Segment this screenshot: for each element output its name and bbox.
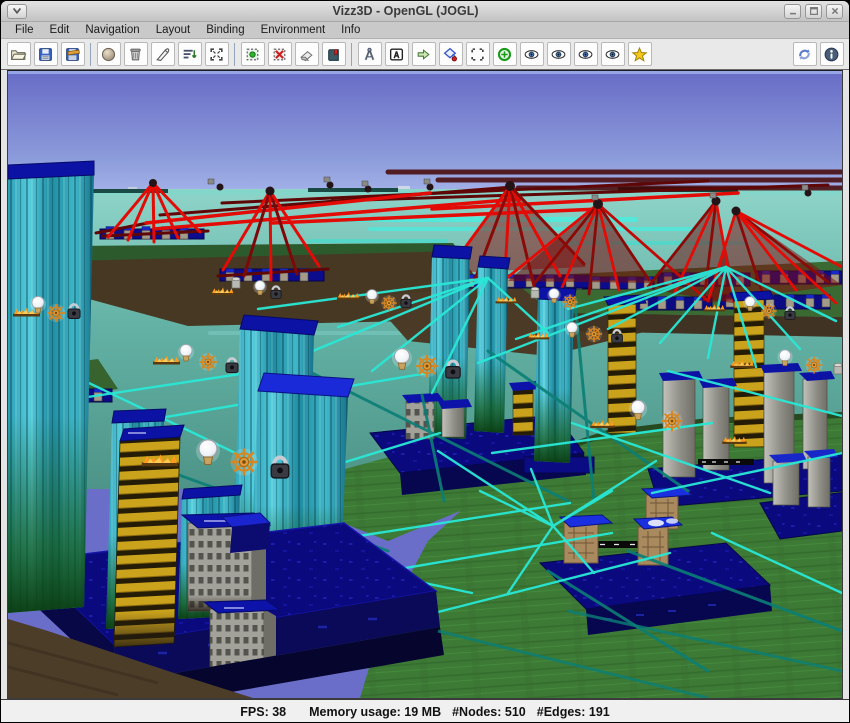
about-info-button[interactable]	[820, 42, 844, 66]
toolbar-separator	[351, 43, 352, 66]
sort-layers-button[interactable]	[178, 42, 202, 66]
edit-pen-button[interactable]	[151, 42, 175, 66]
sphere-icon	[100, 46, 117, 63]
save-as-button[interactable]	[61, 42, 85, 66]
gear-wheel-icon	[47, 304, 65, 322]
arrow-right-icon	[415, 46, 432, 63]
sky	[8, 71, 842, 193]
selection-off-icon	[271, 46, 288, 63]
status-memory: Memory usage: 19 MB	[309, 705, 441, 719]
menu-bar: File Edit Navigation Layout Binding Envi…	[1, 22, 849, 39]
toolbar-separator	[90, 43, 91, 66]
center-target-icon	[496, 46, 513, 63]
create-sphere-button[interactable]	[97, 42, 121, 66]
cylinder-icon	[531, 287, 539, 298]
compass-icon	[361, 46, 378, 63]
selection-disable-button[interactable]	[268, 42, 292, 66]
toolbar	[1, 39, 849, 70]
diamond-node-icon	[442, 46, 459, 63]
gear-wheel-icon	[199, 353, 217, 371]
star-icon	[631, 46, 648, 63]
pen-icon	[154, 46, 171, 63]
menu-info[interactable]: Info	[333, 23, 368, 37]
maximize-button[interactable]	[805, 4, 822, 19]
status-bar: FPS: 38 Memory usage: 19 MB #Nodes: 510 …	[1, 699, 849, 723]
cylinder-icon	[834, 363, 842, 374]
menu-binding[interactable]: Binding	[198, 23, 252, 37]
maximize-icon	[808, 5, 820, 17]
close-icon	[829, 5, 841, 17]
chevron-down-icon	[10, 5, 24, 17]
status-edges: #Edges: 191	[537, 705, 610, 719]
window-menu-button[interactable]	[7, 4, 27, 19]
eye-icon	[550, 46, 567, 63]
save-button[interactable]	[34, 42, 58, 66]
fit-view-icon	[208, 46, 225, 63]
go-arrow-button[interactable]	[412, 42, 436, 66]
selection-corners-button[interactable]	[466, 42, 490, 66]
node-diamond-button[interactable]	[439, 42, 463, 66]
open-folder-icon	[10, 46, 27, 63]
center-view-button[interactable]	[493, 42, 517, 66]
visibility-eye-1-button[interactable]	[520, 42, 544, 66]
visibility-eye-2-button[interactable]	[547, 42, 571, 66]
floppy-save-icon	[37, 46, 54, 63]
corners-icon	[469, 46, 486, 63]
status-fps: FPS: 38	[240, 705, 286, 719]
viewport-canvas-3d[interactable]	[8, 71, 842, 698]
floppy-save-as-icon	[64, 46, 81, 63]
visibility-eye-4-button[interactable]	[601, 42, 625, 66]
trash-icon	[127, 46, 144, 63]
menu-layout[interactable]: Layout	[148, 23, 199, 37]
menu-file[interactable]: File	[7, 23, 42, 37]
text-label-button[interactable]	[385, 42, 409, 66]
delete-trash-button[interactable]	[124, 42, 148, 66]
open-file-button[interactable]	[7, 42, 31, 66]
minimize-icon	[787, 5, 799, 17]
bookmark-book-button[interactable]	[322, 42, 346, 66]
close-button[interactable]	[826, 4, 843, 19]
visibility-eye-3-button[interactable]	[574, 42, 598, 66]
app-window: Vizz3D - OpenGL (JOGL) File Edit	[0, 0, 850, 723]
sort-icon	[181, 46, 198, 63]
eye-icon	[577, 46, 594, 63]
window-title: Vizz3D - OpenGL (JOGL)	[29, 4, 782, 18]
menu-edit[interactable]: Edit	[42, 23, 78, 37]
minimize-button[interactable]	[784, 4, 801, 19]
toolbar-separator	[234, 43, 235, 66]
selection-on-icon	[244, 46, 261, 63]
eraser-button[interactable]	[295, 42, 319, 66]
refresh-icon	[796, 46, 813, 63]
eraser-icon	[298, 46, 315, 63]
title-bar: Vizz3D - OpenGL (JOGL)	[1, 1, 849, 22]
menu-environment[interactable]: Environment	[253, 23, 334, 37]
viewport-frame	[1, 70, 849, 699]
selection-enable-button[interactable]	[241, 42, 265, 66]
measure-compass-button[interactable]	[358, 42, 382, 66]
book-icon	[325, 46, 342, 63]
menu-navigation[interactable]: Navigation	[77, 23, 147, 37]
cylinder-icon	[232, 277, 240, 288]
switch-view-button[interactable]	[793, 42, 817, 66]
favorites-star-button[interactable]	[628, 42, 652, 66]
eye-icon	[604, 46, 621, 63]
info-icon	[823, 46, 840, 63]
label-a-icon	[388, 46, 405, 63]
fit-view-button[interactable]	[205, 42, 229, 66]
status-nodes: #Nodes: 510	[452, 705, 526, 719]
eye-icon	[523, 46, 540, 63]
